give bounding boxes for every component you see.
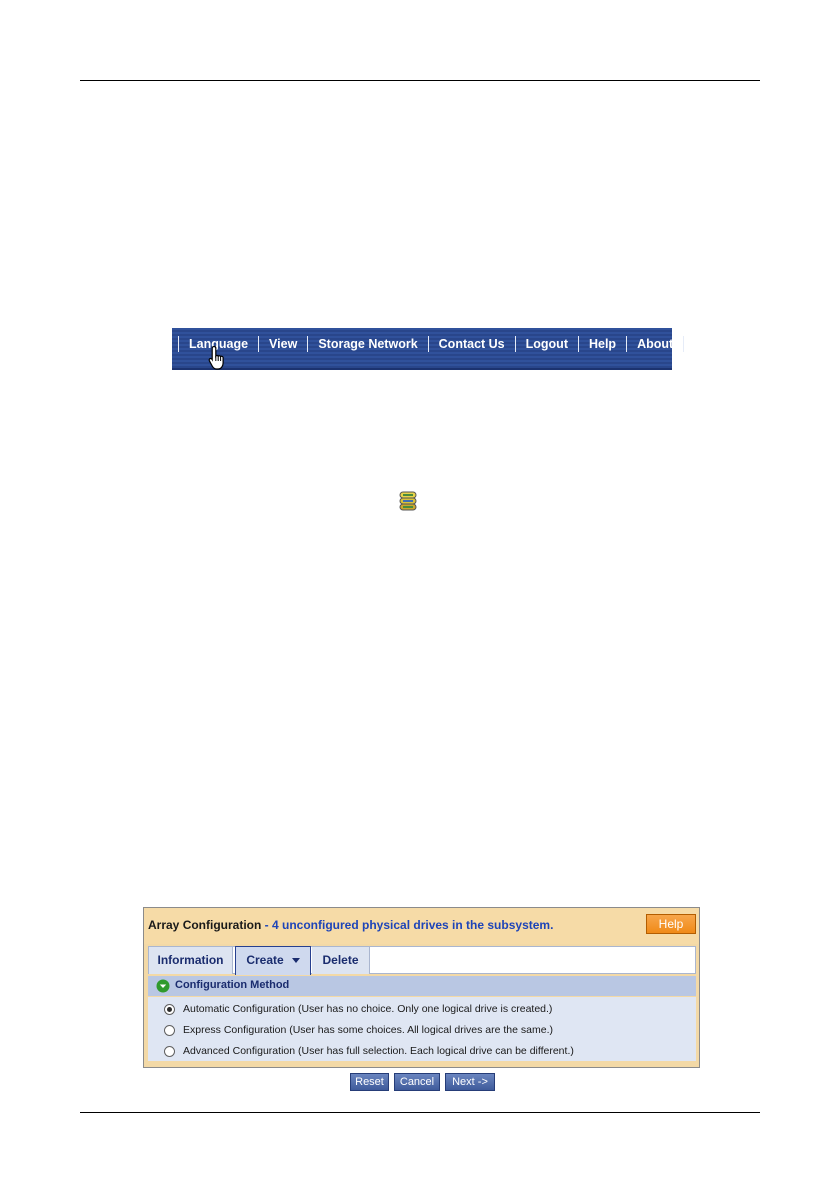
option-advanced-label: Advanced Configuration (User has full se… (183, 1045, 574, 1057)
chevron-down-icon (291, 958, 300, 964)
tab-information[interactable]: Information (149, 947, 233, 974)
radio-advanced[interactable] (164, 1045, 175, 1057)
tabs-row: Information Create Delete (148, 946, 696, 975)
collapse-circle-icon (156, 979, 170, 993)
tab-create-label: Create (246, 953, 284, 967)
next-button[interactable]: Next -> (445, 1073, 495, 1091)
tab-information-label: Information (157, 953, 224, 967)
page-footer-rule (80, 1112, 760, 1113)
option-express[interactable]: Express Configuration (User has some cho… (164, 1021, 553, 1039)
array-configuration-panel: Array Configuration - 4 unconfigured phy… (143, 907, 700, 1068)
page-header-rule (80, 80, 760, 81)
panel-title: Array Configuration - 4 unconfigured phy… (148, 918, 553, 932)
nav-item-view[interactable]: View (259, 334, 307, 354)
option-automatic-label: Automatic Configuration (User has no cho… (183, 1003, 553, 1015)
nav-item-storage-network[interactable]: Storage Network (308, 334, 427, 354)
option-advanced[interactable]: Advanced Configuration (User has full se… (164, 1042, 574, 1060)
nav-item-help[interactable]: Help (579, 334, 626, 354)
array-drives-icon (399, 491, 417, 511)
cancel-button[interactable]: Cancel (394, 1073, 440, 1091)
help-button[interactable]: Help (646, 914, 696, 934)
tab-delete-label: Delete (322, 953, 359, 967)
header-nav-bar: Language View Storage Network Contact Us… (172, 328, 685, 370)
nav-item-contact-us[interactable]: Contact Us (429, 334, 515, 354)
panel-title-main: Array Configuration (148, 918, 262, 932)
configuration-options: Automatic Configuration (User has no cho… (148, 997, 696, 1061)
section-title: Configuration Method (175, 979, 290, 991)
nav-items: Language View Storage Network Contact Us… (178, 334, 685, 354)
hand-pointer-icon (208, 345, 224, 370)
configuration-method-section[interactable]: Configuration Method (148, 976, 696, 996)
nav-separator (683, 336, 685, 352)
reset-button[interactable]: Reset (350, 1073, 389, 1091)
panel-header: Array Configuration - 4 unconfigured phy… (144, 908, 699, 944)
option-automatic[interactable]: Automatic Configuration (User has no cho… (164, 1000, 552, 1018)
nav-item-about[interactable]: About (627, 334, 683, 354)
tab-delete[interactable]: Delete (312, 947, 370, 974)
radio-automatic[interactable] (164, 1003, 175, 1015)
nav-item-logout[interactable]: Logout (516, 334, 578, 354)
option-express-label: Express Configuration (User has some cho… (183, 1024, 553, 1036)
panel-title-subtitle: - 4 unconfigured physical drives in the … (261, 918, 554, 932)
tab-create[interactable]: Create (235, 946, 311, 975)
radio-express[interactable] (164, 1024, 175, 1036)
